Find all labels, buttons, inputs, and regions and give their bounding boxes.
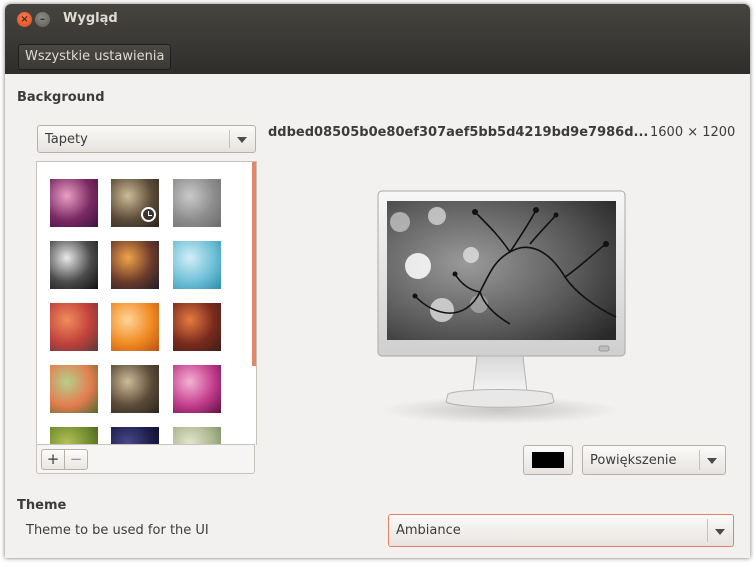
wallpaper-source-combo[interactable]: Tapety xyxy=(37,125,256,153)
toolbar: Wszystkie ustawienia xyxy=(5,35,750,74)
theme-combo[interactable]: Ambiance xyxy=(388,514,734,547)
wallpaper-thumbnail-autumn-path[interactable] xyxy=(50,303,98,351)
combo-separator xyxy=(707,519,708,542)
monitor-base xyxy=(445,389,555,408)
wallpaper-thumbnail-poppy-flowers[interactable] xyxy=(50,365,98,413)
add-wallpaper-button[interactable]: + xyxy=(41,449,65,470)
chevron-down-icon xyxy=(715,529,725,535)
monitor-neck xyxy=(472,355,528,393)
theme-label: Theme to be used for the UI xyxy=(26,523,209,538)
wallpaper-thumbnail-steampunk-gears[interactable] xyxy=(50,241,98,289)
wallpaper-filename: ddbed08505b0e80ef307aef5bb5d4219bd9e7986… xyxy=(268,125,649,140)
placement-value: Powiększenie xyxy=(590,453,677,468)
wallpaper-thumbnail-green-leaves[interactable] xyxy=(50,427,98,445)
wallpaper-resolution: 1600 × 1200 xyxy=(650,125,736,140)
wallpaper-thumbnail-red-valley[interactable] xyxy=(173,303,221,351)
combo-separator xyxy=(699,450,700,470)
background-section-title: Background xyxy=(17,90,105,105)
wallpaper-thumbnail-fountain-pen[interactable] xyxy=(111,179,159,227)
chevron-down-icon xyxy=(707,458,717,464)
monitor-preview xyxy=(377,190,626,424)
placement-combo[interactable]: Powiększenie xyxy=(582,445,726,475)
color-swatch xyxy=(532,452,564,468)
theme-section-title: Theme xyxy=(17,498,67,513)
combo-separator xyxy=(229,130,230,148)
wallpaper-thumbnail-blue-water[interactable] xyxy=(173,241,221,289)
minimize-window-button[interactable]: – xyxy=(35,12,50,27)
monitor-power-button xyxy=(598,345,610,352)
wallpaper-source-value: Tapety xyxy=(45,132,88,147)
background-color-button[interactable] xyxy=(523,445,573,475)
wallpaper-thumbnail-orange-leaves[interactable] xyxy=(111,303,159,351)
wallpaper-thumbnail-grass-meadow[interactable] xyxy=(173,427,221,445)
wallpaper-thumbnail-magenta-abstract[interactable] xyxy=(173,365,221,413)
wallpaper-thumbnail-foggy-deer[interactable] xyxy=(173,179,221,227)
wallpaper-thumbnail-grid[interactable] xyxy=(36,161,257,445)
close-window-button[interactable]: × xyxy=(17,12,32,27)
appearance-window: × – Wygląd Wszystkie ustawienia Backgrou… xyxy=(5,4,750,558)
all-settings-button[interactable]: Wszystkie ustawienia xyxy=(18,44,172,70)
wallpaper-thumbnail-sunset-road[interactable] xyxy=(111,241,159,289)
remove-wallpaper-button[interactable]: − xyxy=(64,449,88,470)
window-title: Wygląd xyxy=(63,11,118,26)
wallpaper-thumbnail-fountain-pen-2[interactable] xyxy=(111,365,159,413)
thumbnail-scrollbar[interactable] xyxy=(252,162,256,366)
slideshow-clock-icon xyxy=(141,207,156,222)
chevron-down-icon xyxy=(237,137,247,143)
theme-value: Ambiance xyxy=(396,523,461,538)
title-bar: × – Wygląd xyxy=(5,4,750,35)
wallpaper-thumbnail-purple-bokeh[interactable] xyxy=(50,179,98,227)
wallpaper-thumbnail-night-sky[interactable] xyxy=(111,427,159,445)
wallpaper-list-toolbar: + − xyxy=(36,444,255,474)
